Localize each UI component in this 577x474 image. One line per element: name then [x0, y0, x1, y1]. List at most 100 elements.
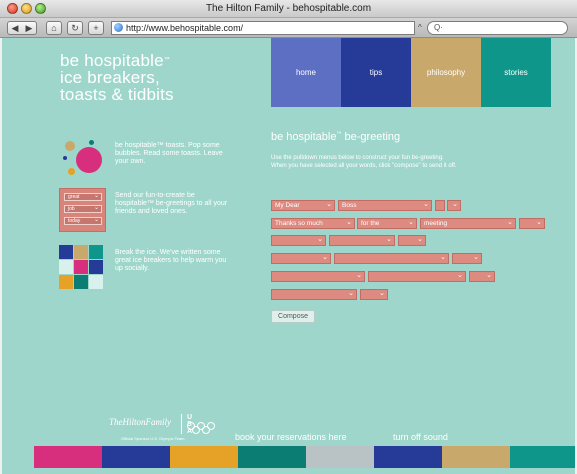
reload-icon[interactable]: ↻ — [67, 21, 83, 35]
web-page: be hospitable ™ ice breakers, toasts & ti… — [2, 38, 575, 474]
nav-stories[interactable]: stories — [481, 38, 551, 107]
window-title: The Hilton Family - behospitable.com — [205, 3, 372, 14]
word-select[interactable]: for the ⌄ — [357, 218, 417, 229]
window-titlebar: The Hilton Family - behospitable.com — [0, 0, 577, 18]
word-select[interactable]: ⌄ — [271, 289, 357, 300]
grid-cell — [74, 275, 88, 289]
logo-line-3: toasts & tidbits — [60, 85, 174, 104]
chevron-down-icon: ⌄ — [408, 219, 414, 226]
search-field[interactable]: Q· — [427, 21, 568, 35]
feature-greetings[interactable]: great job today Send our fun-to-create b… — [59, 188, 239, 233]
book-reservations-link[interactable]: book your reservations here — [235, 432, 347, 442]
strip-segment — [442, 446, 510, 468]
bubbles-icon[interactable] — [59, 138, 104, 183]
site-logo[interactable]: be hospitable™ ice breakers, toasts & ti… — [60, 52, 174, 103]
browser-toolbar: ◀ ▶ ⌂ ↻ + http://www.behospitable.com/ ^ … — [0, 18, 577, 38]
greeting-card-icon[interactable]: great job today — [59, 188, 106, 232]
grid-cell — [89, 275, 103, 289]
word-select[interactable]: ⌄ — [452, 253, 482, 264]
hilton-family-brand: TheHiltonFamily — [109, 417, 171, 427]
greetings-description: Send our fun-to-create be hospitable™ be… — [115, 192, 228, 215]
back-forward-buttons[interactable]: ◀ ▶ — [7, 21, 37, 35]
word-select[interactable]: Thanks so much ⌄ — [271, 218, 355, 229]
word-select[interactable]: meeting ⌄ — [420, 218, 516, 229]
greeting-instructions: Use the pulldown menus below to construc… — [271, 155, 457, 169]
address-text: http://www.behospitable.com/ — [126, 23, 244, 33]
address-bar[interactable]: http://www.behospitable.com/ — [111, 21, 415, 35]
word-select[interactable]: My Dear ⌄ — [271, 200, 335, 211]
word-select-value: meeting — [424, 220, 448, 227]
mini-select-3: today — [64, 217, 102, 225]
chevron-down-icon: ⌄ — [326, 201, 332, 208]
logo-tm: ™ — [163, 57, 170, 63]
chevron-down-icon: ⌄ — [486, 272, 492, 279]
feature-icebreakers[interactable]: Break the ice. We've written some great … — [59, 245, 239, 290]
word-select[interactable]: ⌄ — [271, 271, 365, 282]
word-select[interactable]: ⌄ — [360, 289, 388, 300]
strip-segment — [170, 446, 238, 468]
word-select[interactable]: Boss ⌄ — [338, 200, 432, 211]
home-icon[interactable]: ⌂ — [46, 21, 62, 35]
turn-off-sound-link[interactable]: turn off sound — [393, 432, 448, 442]
add-bookmark-icon[interactable]: + — [88, 21, 104, 35]
icebreakers-description: Break the ice. We've written some great … — [115, 249, 227, 272]
grid-cell — [89, 245, 103, 259]
chevron-down-icon: ⌄ — [317, 236, 323, 243]
nav-home[interactable]: home — [271, 38, 341, 107]
grid-cell — [74, 260, 88, 274]
feature-toasts[interactable]: be hospitable™ toasts. Pop some bubbles.… — [59, 138, 239, 183]
chevron-down-icon: ⌄ — [457, 272, 463, 279]
ring — [192, 426, 200, 434]
chevron-down-icon: ⌄ — [386, 236, 392, 243]
word-select-value: for the — [361, 220, 380, 227]
grid-cell — [74, 245, 88, 259]
globe-icon — [114, 23, 123, 32]
word-select[interactable]: ⌄ — [519, 218, 545, 229]
chevron-down-icon: ⌄ — [379, 290, 385, 297]
color-grid-icon[interactable] — [59, 245, 103, 289]
mini-select-2: job — [64, 205, 102, 213]
word-select[interactable]: ⌄ — [398, 235, 426, 246]
chevron-down-icon: ⌄ — [417, 236, 423, 243]
olympic-rings-icon — [187, 422, 217, 434]
strip-segment — [102, 446, 170, 468]
word-select[interactable]: ⌄ — [329, 235, 395, 246]
chevron-down-icon: ⌄ — [356, 272, 362, 279]
bubble-teal[interactable] — [89, 140, 94, 145]
chevron-down-icon: ⌄ — [346, 219, 352, 226]
main-nav: home tips philosophy stories — [271, 38, 551, 107]
compose-button[interactable]: Compose — [271, 310, 315, 323]
strip-segment — [238, 446, 306, 468]
grid-cell — [59, 260, 73, 274]
chevron-down-icon: ⌄ — [473, 254, 479, 261]
word-select[interactable]: ⌄ — [334, 253, 449, 264]
strip-segment — [306, 446, 374, 468]
snapback-icon[interactable]: ^ — [418, 23, 422, 32]
sponsor-text: Official Sponsor U.S. Olympic Team — [121, 436, 185, 441]
footer-color-strip — [34, 446, 575, 468]
word-select-value: Boss — [342, 202, 357, 209]
forward-arrow-icon[interactable]: ▶ — [22, 22, 36, 34]
word-select[interactable]: ⌄ — [447, 200, 461, 211]
chevron-down-icon: ⌄ — [507, 219, 513, 226]
word-select[interactable]: ⌄ — [271, 253, 331, 264]
bubble-blue[interactable] — [63, 156, 67, 160]
word-select-value: My Dear — [275, 202, 300, 209]
word-select[interactable]: ⌄ — [368, 271, 466, 282]
logo-line-2: ice breakers, — [60, 68, 160, 87]
word-select[interactable]: ⌄ — [469, 271, 495, 282]
strip-segment — [510, 446, 575, 468]
word-select[interactable] — [435, 200, 445, 211]
bubble-pink[interactable] — [76, 147, 102, 173]
word-select[interactable]: ⌄ — [271, 235, 326, 246]
mini-select-1: great — [64, 193, 102, 201]
back-arrow-icon[interactable]: ◀ — [8, 22, 22, 34]
nav-tips[interactable]: tips — [341, 38, 411, 107]
logo-divider — [181, 414, 182, 434]
chevron-down-icon: ⌄ — [423, 201, 429, 208]
bubble-orange[interactable] — [68, 168, 75, 175]
bubble-tan[interactable] — [65, 141, 75, 151]
search-icon: Q — [434, 23, 441, 32]
nav-philosophy[interactable]: philosophy — [411, 38, 481, 107]
chevron-down-icon: ⌄ — [440, 254, 446, 261]
